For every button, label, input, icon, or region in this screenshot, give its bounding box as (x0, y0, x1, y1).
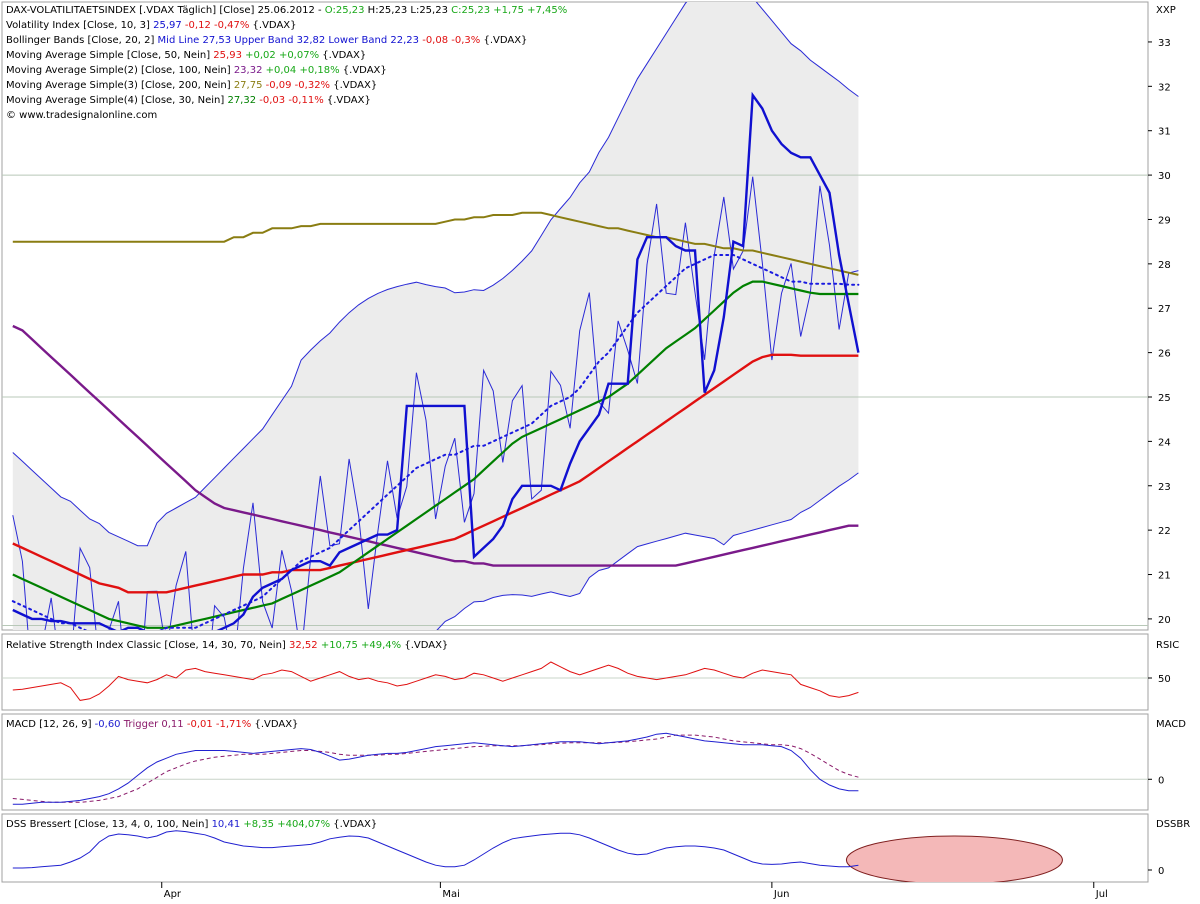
main-ytick-label: 20 (1158, 615, 1171, 626)
legend-line-ma30: Moving Average Simple(4) [Close, 30, Nei… (6, 95, 371, 106)
main-ytick-label: 23 (1158, 482, 1171, 493)
chart-root: 20 21 22 23 24 25 26 27 28 29 30 31 32 33 50 0 0 Apr Mai Ju… (0, 0, 1200, 900)
dss-ytick-label: 0 (1158, 866, 1164, 877)
legend-macd: MACD [12, 26, 9] -0,60 Trigger 0,11 -0,0… (6, 719, 298, 730)
main-ytick-label: 27 (1158, 304, 1171, 315)
legend-line-vix: Volatility Index [Close, 10, 3] 25,97 -0… (6, 20, 297, 31)
macd-axis-title: MACD (1156, 719, 1186, 730)
main-ytick-label: 22 (1158, 526, 1171, 537)
main-ytick-label: 28 (1158, 260, 1171, 271)
chart-canvas: 20 21 22 23 24 25 26 27 28 29 30 31 32 33 50 0 0 Apr Mai Ju… (0, 0, 1200, 900)
legend-rsi: Relative Strength Index Classic [Close, … (6, 640, 448, 651)
main-ytick-label: 32 (1158, 82, 1171, 93)
main-ytick-label: 25 (1158, 393, 1171, 404)
rsi-ytick-label: 50 (1158, 674, 1171, 685)
main-ytick-label: 24 (1158, 437, 1171, 448)
macd-ytick-label: 0 (1158, 775, 1164, 786)
xtick-label: Jun (773, 889, 790, 900)
dss-axis-title: DSSBR (1156, 819, 1190, 830)
highlight-ellipse (845, 835, 1063, 882)
main-ytick-label: 31 (1158, 127, 1171, 138)
legend-dss: DSS Bressert [Close, 13, 4, 0, 100, Nein… (6, 819, 377, 830)
legend-line-ma200: Moving Average Simple(3) [Close, 200, Ne… (6, 80, 377, 91)
main-ytick-label: 21 (1158, 571, 1171, 582)
main-ytick-label: 29 (1158, 215, 1171, 226)
main-ytick-label: 26 (1158, 349, 1171, 360)
legend-copyright: © www.tradesignalonline.com (6, 110, 157, 121)
xtick-label: Mai (442, 889, 460, 900)
main-axis-title: XXP (1156, 5, 1176, 16)
legend-line-title: DAX-VOLATILITAETSINDEX [.VDAX Täglich] [… (6, 5, 567, 16)
legend-line-bollinger: Bollinger Bands [Close, 20, 2] Mid Line … (6, 35, 527, 46)
legend-line-ma100: Moving Average Simple(2) [Close, 100, Ne… (6, 65, 387, 76)
legend-line-ma50: Moving Average Simple [Close, 50, Nein] … (6, 50, 366, 61)
xtick-label: Jul (1095, 889, 1108, 900)
rsi-axis-title: RSIC (1156, 640, 1179, 651)
main-ytick-label: 33 (1158, 38, 1171, 49)
xtick-label: Apr (164, 889, 182, 900)
main-ytick-label: 30 (1158, 171, 1171, 182)
